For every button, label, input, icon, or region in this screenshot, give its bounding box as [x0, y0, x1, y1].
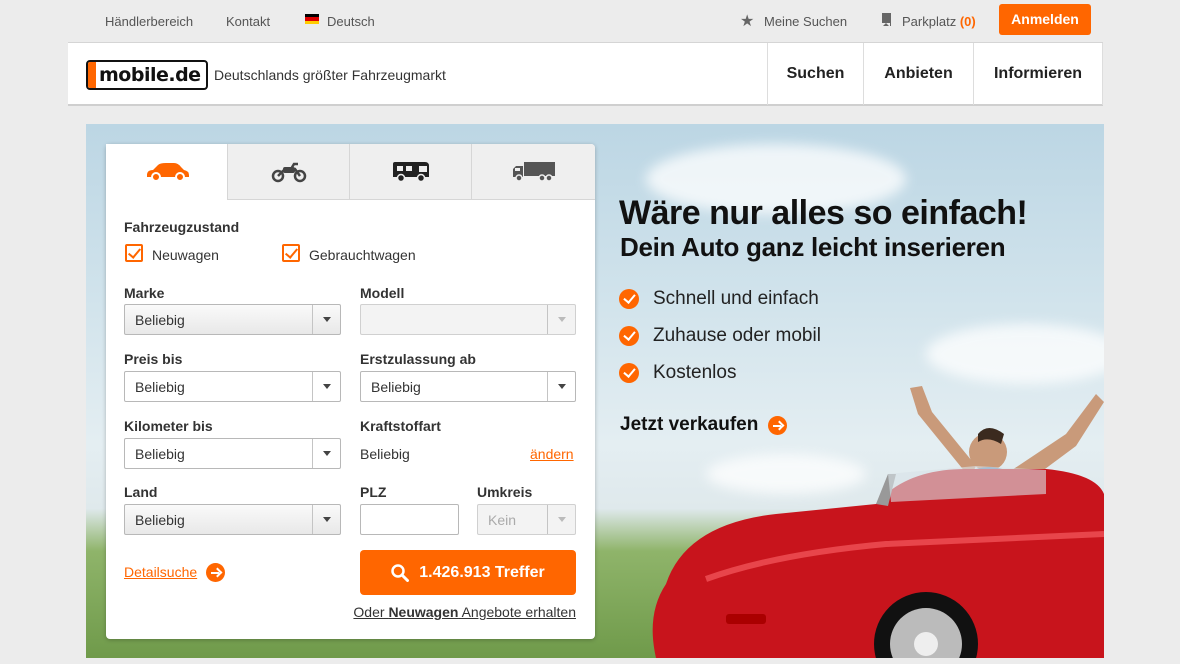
- tagline: Deutschlands größter Fahrzeugmarkt: [214, 67, 446, 83]
- mileage-select[interactable]: Beliebig: [124, 438, 341, 469]
- new-car-offers-link[interactable]: Oder Neuwagen Angebote erhalten: [353, 604, 576, 620]
- chevron-down-icon: [312, 305, 340, 334]
- chevron-down-icon: [312, 439, 340, 468]
- price-value: Beliebig: [135, 379, 185, 395]
- new-checkbox-label: Neuwagen: [152, 247, 219, 263]
- tab-car[interactable]: [106, 144, 227, 200]
- new-offers-prefix: Oder: [353, 604, 389, 620]
- bullet-text: Zuhause oder mobil: [653, 325, 821, 346]
- contact-link[interactable]: Kontakt: [226, 14, 270, 29]
- model-select[interactable]: [360, 304, 576, 335]
- parking-label: Parkplatz: [902, 14, 957, 29]
- vehicle-type-tabs: [106, 144, 595, 200]
- country-value: Beliebig: [135, 512, 185, 528]
- nav-inform[interactable]: Informieren: [973, 43, 1103, 105]
- zip-input[interactable]: [360, 504, 459, 535]
- make-label: Marke: [124, 285, 165, 301]
- registration-label: Erstzulassung ab: [360, 351, 476, 367]
- registration-select[interactable]: Beliebig: [360, 371, 576, 402]
- new-offers-suffix: Angebote erhalten: [458, 604, 576, 620]
- bookmark-icon: [882, 13, 891, 27]
- language-link[interactable]: Deutsch: [327, 14, 375, 29]
- german-flag-icon: [305, 14, 319, 24]
- arrow-right-icon[interactable]: [206, 563, 225, 582]
- make-value: Beliebig: [135, 312, 185, 328]
- check-circle-icon: [619, 289, 639, 309]
- dealer-area-link[interactable]: Händlerbereich: [105, 14, 193, 29]
- detail-search-link[interactable]: Detailsuche: [124, 564, 197, 580]
- chevron-down-icon: [547, 505, 575, 534]
- price-select[interactable]: Beliebig: [124, 371, 341, 402]
- motorhome-icon: [392, 161, 429, 182]
- hero-subtitle: Dein Auto ganz leicht inserieren: [620, 232, 1006, 262]
- sell-now-link[interactable]: Jetzt verkaufen: [620, 414, 788, 436]
- nav-offer[interactable]: Anbieten: [863, 43, 973, 105]
- top-utility-bar: Händlerbereich Kontakt Deutsch ★ Meine S…: [68, 0, 1103, 42]
- hero-bullet: Kostenlos: [619, 362, 736, 384]
- fuel-label: Kraftstoffart: [360, 418, 441, 434]
- used-checkbox-label: Gebrauchtwagen: [309, 247, 416, 263]
- nav-search[interactable]: Suchen: [767, 43, 863, 105]
- tab-motorhome[interactable]: [349, 144, 471, 200]
- bullet-text: Schnell und einfach: [653, 288, 819, 309]
- my-searches-link[interactable]: Meine Suchen: [764, 14, 847, 29]
- chevron-down-icon: [312, 505, 340, 534]
- truck-icon: [512, 161, 555, 182]
- new-offers-bold: Neuwagen: [388, 604, 459, 620]
- model-label: Modell: [360, 285, 405, 301]
- login-button[interactable]: Anmelden: [999, 4, 1091, 35]
- check-circle-icon: [619, 326, 639, 346]
- search-icon: [391, 563, 410, 582]
- sell-now-label: Jetzt verkaufen: [620, 414, 759, 435]
- fuel-value: Beliebig: [360, 446, 410, 462]
- mileage-label: Kilometer bis: [124, 418, 213, 434]
- zip-label: PLZ: [360, 484, 387, 500]
- country-label: Land: [124, 484, 158, 500]
- motorbike-icon: [271, 162, 306, 182]
- check-circle-icon: [619, 363, 639, 383]
- car-icon: [146, 163, 189, 182]
- condition-label: Fahrzeugzustand: [124, 219, 240, 235]
- radius-select[interactable]: Kein: [477, 504, 576, 535]
- parking-link[interactable]: Parkplatz (0): [902, 14, 976, 29]
- radius-label: Umkreis: [477, 484, 533, 500]
- hero-title: Wäre nur alles so einfach!: [619, 194, 1028, 232]
- make-select[interactable]: Beliebig: [124, 304, 341, 335]
- new-checkbox[interactable]: [125, 244, 143, 262]
- tab-truck[interactable]: [471, 144, 595, 200]
- chevron-down-icon: [547, 305, 575, 334]
- fuel-change-link[interactable]: ändern: [530, 446, 574, 462]
- show-results-button[interactable]: 1.426.913 Treffer: [360, 550, 576, 595]
- tab-motorbike[interactable]: [227, 144, 349, 200]
- parking-count: (0): [959, 14, 976, 29]
- used-checkbox[interactable]: [282, 244, 300, 262]
- mileage-value: Beliebig: [135, 446, 185, 462]
- logo-bar: [88, 62, 96, 88]
- hero-bullet: Zuhause oder mobil: [619, 325, 821, 347]
- logo-text: mobile.de: [99, 64, 201, 86]
- registration-value: Beliebig: [371, 379, 421, 395]
- vehicle-search-box: Fahrzeugzustand Neuwagen Gebrauchtwagen …: [106, 144, 595, 639]
- chevron-down-icon: [547, 372, 575, 401]
- price-label: Preis bis: [124, 351, 183, 367]
- main-header: mobile.de Deutschlands größter Fahrzeugm…: [68, 42, 1103, 106]
- radius-value: Kein: [488, 512, 517, 528]
- mobile-de-logo[interactable]: mobile.de: [86, 60, 208, 90]
- chevron-down-icon: [312, 372, 340, 401]
- hero-bullet: Schnell und einfach: [619, 288, 819, 310]
- country-select[interactable]: Beliebig: [124, 504, 341, 535]
- arrow-right-icon: [768, 415, 788, 435]
- star-icon: ★: [740, 13, 755, 30]
- results-count: 1.426.913 Treffer: [419, 563, 545, 581]
- bullet-text: Kostenlos: [653, 362, 737, 383]
